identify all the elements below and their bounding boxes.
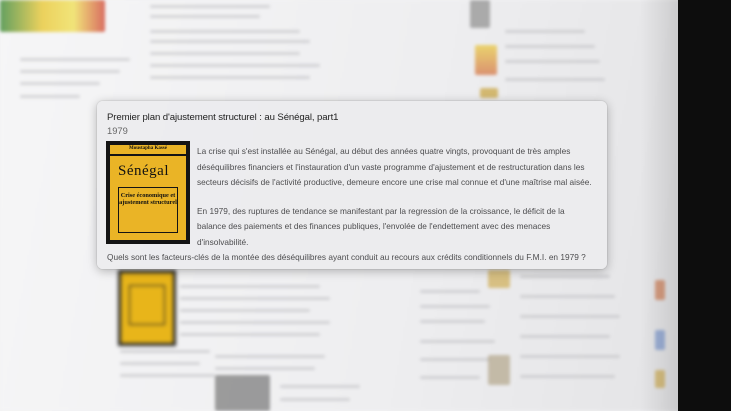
popup-year: 1979	[107, 125, 128, 136]
article-preview-popup[interactable]: Premier plan d'ajustement structurel : a…	[97, 101, 607, 269]
book-country-title: Sénégal	[118, 163, 169, 179]
book-subtitle: Crise économique et ajustement structure…	[119, 192, 177, 206]
page-edge-shadow	[640, 0, 680, 411]
description-paragraph: En 1979, des ruptures de tendance se man…	[197, 205, 565, 247]
book-author: Moustapha Kassé	[129, 146, 167, 151]
cover-rule	[110, 154, 186, 156]
screen-edge	[678, 0, 731, 411]
popup-description: La crise qui s'est installée au Sénégal,…	[197, 144, 595, 251]
description-paragraph: La crise qui s'est installée au Sénégal,…	[197, 146, 592, 188]
popup-question: Quels sont les facteurs-clés de la monté…	[107, 252, 586, 262]
background-map-thumbnail	[0, 0, 105, 32]
popup-title[interactable]: Premier plan d'ajustement structurel : a…	[107, 112, 339, 123]
book-cover-image[interactable]: Moustapha Kassé Sénégal Crise économique…	[106, 141, 190, 244]
background-book-cover	[118, 270, 176, 346]
